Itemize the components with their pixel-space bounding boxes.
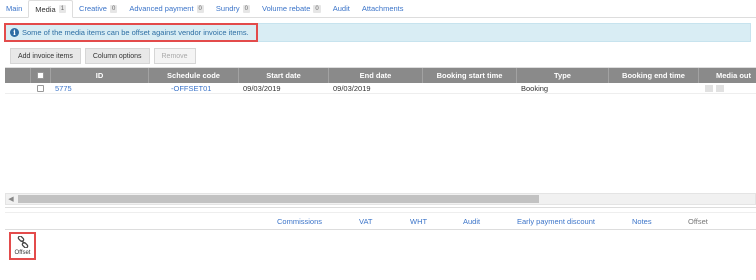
row-booking-end-time bbox=[609, 83, 699, 94]
column-options-button[interactable]: Column options bbox=[84, 48, 150, 64]
grid-header: ID Schedule code Start date End date Boo… bbox=[5, 68, 756, 83]
info-message-highlight: i Some of the media items can be offset … bbox=[4, 23, 258, 42]
col-booking-start-time[interactable]: Booking start time bbox=[423, 68, 517, 83]
tab-label: Volume rebate bbox=[262, 4, 311, 13]
tab-advanced-payment[interactable]: Advanced payment 0 bbox=[123, 0, 210, 17]
media-items-grid: ID Schedule code Start date End date Boo… bbox=[5, 67, 756, 208]
tab-commissions[interactable]: Commissions bbox=[277, 213, 322, 230]
tab-notes[interactable]: Notes bbox=[632, 213, 652, 230]
remove-button[interactable]: Remove bbox=[153, 48, 196, 64]
main-tab-bar: Main Media 1 Creative 0 Advanced payment 0 … bbox=[0, 0, 756, 18]
placeholder-block bbox=[705, 85, 713, 92]
offset-label: Offset bbox=[14, 250, 31, 256]
tab-creative[interactable]: Creative 0 bbox=[73, 0, 123, 17]
count-badge: 0 bbox=[109, 4, 118, 13]
count-badge: 0 bbox=[196, 4, 204, 13]
grid-toolbar: Add invoice items Column options Remove bbox=[10, 48, 196, 64]
row-media-out bbox=[699, 83, 756, 94]
select-all-checkbox[interactable] bbox=[37, 72, 44, 79]
row-checkbox[interactable] bbox=[37, 85, 44, 92]
row-schedule-code[interactable]: -OFFSET01 bbox=[149, 83, 239, 94]
select-all-checkbox-cell bbox=[31, 68, 51, 83]
tab-wht[interactable]: WHT bbox=[410, 213, 427, 230]
count-badge: 1 bbox=[58, 5, 67, 13]
tab-early-payment-discount[interactable]: Early payment discount bbox=[517, 213, 595, 230]
info-message: Some of the media items can be offset ag… bbox=[22, 28, 249, 37]
row-end-date: 09/03/2019 bbox=[333, 84, 371, 93]
tab-label: Audit bbox=[332, 4, 350, 13]
col-booking-end-time[interactable]: Booking end time bbox=[609, 68, 699, 83]
tab-offset[interactable]: Offset bbox=[688, 213, 708, 230]
tab-label: Main bbox=[6, 4, 23, 13]
tab-audit-detail[interactable]: Audit bbox=[463, 213, 480, 230]
detail-tab-bar: Commissions VAT WHT Audit Early payment … bbox=[5, 212, 756, 230]
tab-volume-rebate[interactable]: Volume rebate 0 bbox=[256, 0, 327, 17]
row-start-date: 09/03/2019 bbox=[243, 84, 281, 93]
row-checkbox-cell bbox=[31, 83, 51, 94]
tab-main[interactable]: Main bbox=[0, 0, 28, 17]
tab-attachments[interactable]: Attachments bbox=[356, 0, 410, 17]
col-start-date[interactable]: Start date bbox=[239, 68, 329, 83]
table-row[interactable]: 5775 -OFFSET01 09/03/2019 09/03/2019 Boo… bbox=[5, 83, 756, 94]
add-invoice-items-button[interactable]: Add invoice items bbox=[10, 48, 81, 64]
tab-label: Media bbox=[35, 4, 56, 14]
tab-label: Creative bbox=[79, 4, 107, 13]
tab-vat[interactable]: VAT bbox=[359, 213, 372, 230]
count-badge: 0 bbox=[313, 4, 321, 13]
col-end-date[interactable]: End date bbox=[329, 68, 423, 83]
col-type[interactable]: Type bbox=[517, 68, 609, 83]
col-media-out[interactable]: Media out bbox=[699, 68, 756, 83]
placeholder-block bbox=[716, 85, 724, 92]
tab-label: Advanced payment bbox=[129, 4, 194, 13]
tab-audit[interactable]: Audit bbox=[327, 0, 356, 17]
col-schedule-code[interactable]: Schedule code bbox=[149, 68, 239, 83]
info-icon: i bbox=[10, 28, 19, 37]
select-all-cell bbox=[5, 68, 31, 83]
row-type: Booking bbox=[521, 84, 549, 93]
col-id[interactable]: ID bbox=[51, 68, 149, 83]
tab-label: Attachments bbox=[361, 4, 404, 13]
offset-action-button[interactable]: Offset bbox=[9, 232, 36, 260]
scroll-thumb[interactable] bbox=[18, 195, 539, 203]
tab-sundry[interactable]: Sundry 0 bbox=[210, 0, 256, 17]
row-booking-start-time bbox=[423, 83, 517, 94]
count-badge: 0 bbox=[242, 4, 250, 13]
tab-media[interactable]: Media 1 bbox=[28, 0, 74, 18]
tab-label: Sundry bbox=[215, 4, 240, 13]
link-chain-icon bbox=[17, 236, 28, 248]
row-id-link[interactable]: 5775 bbox=[51, 83, 149, 94]
horizontal-scrollbar[interactable]: ◀ bbox=[5, 193, 756, 205]
scroll-left-icon[interactable]: ◀ bbox=[7, 194, 15, 204]
